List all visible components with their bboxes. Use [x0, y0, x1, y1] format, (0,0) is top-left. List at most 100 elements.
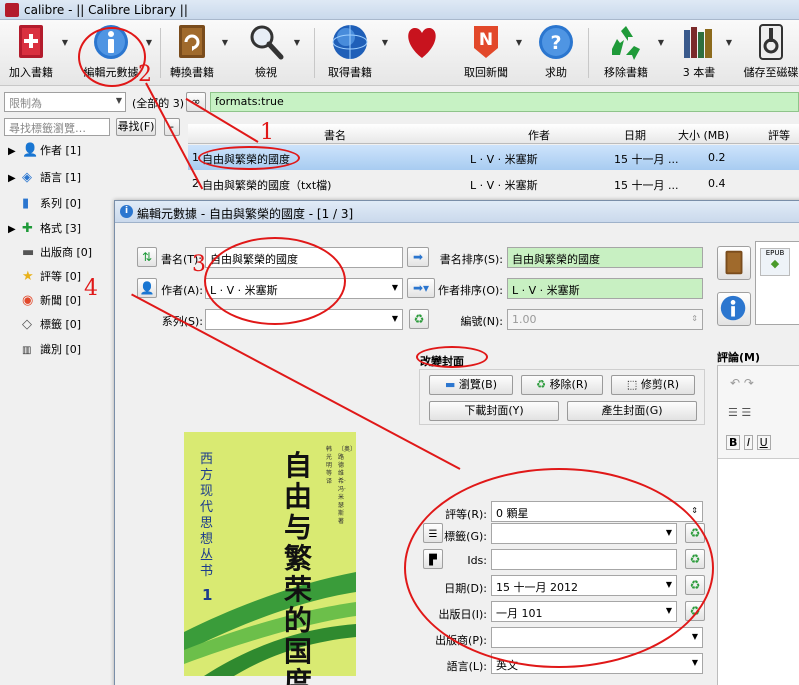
chevron-down-icon[interactable]: ▼ — [146, 38, 152, 47]
browse-icon: ▬ — [444, 378, 456, 391]
sidebar-item-label: 評等 [0] — [40, 270, 82, 283]
sidebar-item-languages[interactable]: ▶ ◈ 語言 [1] — [8, 169, 81, 189]
chevron-right-icon[interactable]: ▶ — [8, 173, 22, 184]
table-row[interactable]: 2 自由與繁榮的國度（txt檔) L · V · 米塞斯 15 十一月 ... … — [188, 171, 799, 196]
download-metadata-button[interactable] — [717, 292, 751, 326]
comments-editor[interactable]: ↶ ↷ ☰ ☰ B I U — [717, 365, 799, 685]
help-label: 求助 — [545, 66, 567, 79]
search-input[interactable]: formats:true — [210, 92, 799, 112]
swap-title-author-button[interactable]: ⇅ — [137, 247, 157, 267]
sidebar-item-rating[interactable]: ★ 評等 [0] — [8, 268, 81, 288]
cover-series-number: 1 — [202, 586, 213, 604]
view-button[interactable]: 檢視 ▼ — [242, 22, 300, 84]
column-size[interactable]: 大小 (MB) — [678, 127, 729, 143]
chevron-down-icon[interactable]: ▼ — [726, 38, 732, 47]
chevron-right-icon[interactable]: ▶ — [8, 146, 22, 157]
info-icon: i — [120, 205, 133, 218]
tag-icon: ◇ — [22, 317, 32, 332]
fetch-news-button[interactable]: N 取回新聞 ▼ — [460, 22, 522, 84]
cell-author: L · V · 米塞斯 — [470, 153, 538, 166]
copy-title-button[interactable]: ➡ — [407, 247, 429, 267]
chevron-down-icon[interactable]: ▼ — [382, 38, 388, 47]
restrict-placeholder: 限制為 — [9, 97, 42, 110]
chevron-down-icon[interactable]: ▼ — [392, 283, 398, 292]
find-button[interactable]: 尋找(F) — [116, 118, 156, 136]
manage-authors-button[interactable]: 👤 — [137, 278, 157, 298]
epub-format-item[interactable]: EPUB ◆ — [760, 248, 790, 276]
chevron-down-icon[interactable]: ▼ — [62, 38, 68, 47]
language-icon: ◈ — [22, 170, 32, 185]
title-sort-field[interactable]: 自由與繁榮的國度 — [507, 247, 703, 268]
swap-icon: ⇅ — [141, 250, 153, 264]
formats-list[interactable]: EPUB ◆ — [755, 241, 799, 325]
remove-books-button[interactable]: 移除書籍 ▼ — [598, 22, 664, 84]
sidebar-item-publishers[interactable]: ▬ 出版商 [0] — [8, 244, 92, 264]
heart-icon — [408, 28, 436, 58]
chevron-down-icon[interactable]: ▼ — [516, 38, 522, 47]
sidebar-item-label: 語言 [1] — [40, 171, 82, 184]
chevron-down-icon[interactable]: ▼ — [658, 38, 664, 47]
download-cover-button[interactable]: 下載封面(Y) — [429, 401, 559, 421]
sidebar-item-news[interactable]: ◉ 新聞 [0] — [8, 292, 81, 312]
list-icon[interactable]: ☰ ☰ — [728, 406, 751, 419]
browse-cover-button[interactable]: ▬ 瀏覽(B) — [429, 375, 513, 395]
view-book-button[interactable] — [717, 246, 751, 280]
chevron-down-icon[interactable]: ▼ — [222, 38, 228, 47]
generate-cover-button[interactable]: 產生封面(G) — [567, 401, 697, 421]
author-sort-field[interactable]: L · V · 米塞斯 — [507, 278, 703, 299]
news-icon: N — [474, 26, 498, 58]
clear-series-button[interactable]: ♻ — [409, 309, 429, 329]
donate-button[interactable] — [398, 22, 446, 84]
save-to-disk-button[interactable]: 儲存至磁碟 — [740, 22, 799, 84]
book-cover-image: 自由与繁荣的国度 西方现代思想丛书 1 〔奥〕路德维希·冯·米瑟斯 著 韩光明 … — [184, 432, 356, 685]
restrict-combo[interactable]: 限制為 ▼ — [4, 92, 126, 112]
bold-italic-underline[interactable]: B I U — [726, 435, 771, 450]
column-rating[interactable]: 評等 — [768, 127, 790, 143]
remove-cover-button[interactable]: ♻ 移除(R) — [521, 375, 603, 395]
spinner-icon[interactable]: ⇕ — [691, 506, 698, 515]
find-label: 尋找(F) — [117, 120, 155, 133]
sidebar-item-formats[interactable]: ▶ ✚ 格式 [3] — [8, 220, 81, 240]
chevron-right-icon[interactable]: ▶ — [8, 224, 22, 235]
tag-browser-search[interactable]: 尋找標籤瀏覽… — [4, 118, 110, 136]
cover-translator-text: 韩光明 等译 — [326, 446, 333, 485]
add-book-icon — [19, 25, 43, 58]
chevron-down-icon[interactable]: ▼ — [392, 314, 398, 323]
recycle-icon: ♻ — [536, 378, 547, 391]
chevron-down-icon[interactable]: ▼ — [692, 632, 698, 641]
sidebar-item-authors[interactable]: ▶ 👤 作者 [1] — [8, 142, 81, 162]
cell-date: 15 十一月 ... — [614, 153, 679, 166]
trim-icon: ⬚ — [626, 378, 638, 391]
trim-cover-button[interactable]: ⬚ 修剪(R) — [611, 375, 695, 395]
column-date[interactable]: 日期 — [624, 127, 646, 143]
comments-label: 評論(M) — [717, 351, 761, 364]
toolbar-separator — [314, 28, 315, 78]
undo-icon[interactable]: ↶ ↷ — [730, 376, 754, 390]
series-index-field[interactable]: 1.00 ⇕ — [507, 309, 703, 330]
annotation-oval-cover-group — [416, 346, 488, 368]
sidebar-item-label: 系列 [0] — [40, 197, 82, 210]
help-button[interactable]: ? 求助 — [534, 22, 578, 84]
chevron-down-icon[interactable]: ▼ — [692, 658, 698, 667]
spinner-icon[interactable]: ⇕ — [691, 314, 698, 323]
star-icon: ★ — [22, 269, 34, 284]
comments-text-area[interactable] — [718, 458, 799, 685]
annotation-number-2: 2 — [138, 62, 152, 87]
help-icon: ? — [539, 25, 573, 59]
series-index-value: 1.00 — [512, 313, 537, 326]
convert-books-button[interactable]: 轉換書籍 ▼ — [166, 22, 228, 84]
column-title[interactable]: 書名 — [324, 127, 346, 143]
sidebar-item-label: 格式 [3] — [40, 222, 82, 235]
library-button[interactable]: 3 本書 ▼ — [676, 22, 732, 84]
sidebar-item-series[interactable]: ▮ 系列 [0] — [8, 195, 81, 215]
column-author[interactable]: 作者 — [528, 127, 550, 143]
sidebar-item-tags[interactable]: ◇ 標籤 [0] — [8, 316, 81, 336]
chevron-down-icon[interactable]: ▼ — [294, 38, 300, 47]
toolbar-separator — [588, 28, 589, 78]
get-books-button[interactable]: 取得書籍 ▼ — [322, 22, 388, 84]
add-books-button[interactable]: 加入書籍 ▼ — [4, 22, 68, 84]
copy-author-button[interactable]: ➡▾ — [407, 278, 435, 298]
recycle-icon — [612, 26, 640, 60]
sidebar-item-identifiers[interactable]: ▥ 識別 [0] — [8, 341, 81, 361]
magnifier-icon — [250, 25, 284, 60]
